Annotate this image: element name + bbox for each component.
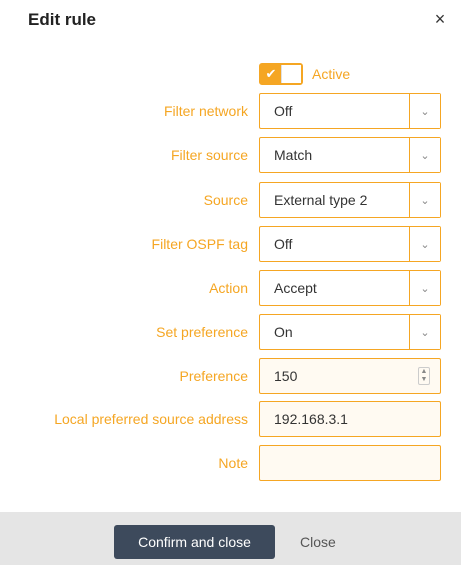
spin-down-icon[interactable]: ▼: [421, 376, 428, 384]
chevron-down-icon[interactable]: ⌄: [409, 138, 440, 172]
spin-up-icon[interactable]: ▲: [421, 368, 428, 376]
action-label: Action: [209, 280, 248, 296]
toggle-knob: [281, 65, 301, 83]
chevron-down-icon[interactable]: ⌄: [409, 315, 440, 349]
chevron-down-icon[interactable]: ⌄: [409, 94, 440, 128]
local-preferred-source-address-row: Local preferred source address 192.168.3…: [0, 401, 461, 437]
note-input[interactable]: [259, 445, 441, 481]
active-toggle-row: ✔ Active: [259, 62, 350, 86]
number-spinner[interactable]: ▲ ▼: [418, 367, 430, 385]
source-row: Source External type 2 ⌄: [0, 182, 461, 218]
action-select[interactable]: Accept ⌄: [259, 270, 441, 306]
dialog-header: Edit rule ×: [0, 0, 461, 40]
note-label: Note: [218, 455, 248, 471]
filter-network-row: Filter network Off ⌄: [0, 93, 461, 129]
active-label: Active: [312, 66, 351, 82]
chevron-down-icon[interactable]: ⌄: [409, 271, 440, 305]
close-icon[interactable]: ×: [432, 10, 448, 28]
note-row: Note: [0, 445, 461, 481]
filter-network-label: Filter network: [163, 103, 248, 119]
close-button[interactable]: Close: [300, 525, 336, 559]
local-preferred-source-address-input[interactable]: 192.168.3.1: [259, 401, 441, 437]
dialog-footer: Confirm and close Close: [0, 512, 461, 565]
set-preference-row: Set preference On ⌄: [0, 314, 461, 350]
filter-source-label: Filter source: [170, 147, 248, 163]
chevron-down-icon[interactable]: ⌄: [409, 183, 440, 217]
filter-network-value: Off: [274, 103, 293, 119]
chevron-down-icon[interactable]: ⌄: [409, 227, 440, 261]
filter-ospf-tag-select[interactable]: Off ⌄: [259, 226, 441, 262]
local-preferred-source-address-value: 192.168.3.1: [274, 411, 348, 427]
set-preference-label: Set preference: [156, 324, 248, 340]
preference-value: 150: [274, 368, 298, 384]
filter-ospf-tag-row: Filter OSPF tag Off ⌄: [0, 226, 461, 262]
set-preference-value: On: [274, 324, 293, 340]
action-value: Accept: [274, 280, 317, 296]
filter-source-row: Filter source Match ⌄: [0, 137, 461, 173]
confirm-and-close-button[interactable]: Confirm and close: [114, 525, 275, 559]
preference-row: Preference 150 ▲ ▼: [0, 358, 461, 394]
action-row: Action Accept ⌄: [0, 270, 461, 306]
active-toggle[interactable]: ✔: [259, 63, 303, 85]
local-preferred-source-address-label: Local preferred source address: [54, 411, 248, 427]
source-label: Source: [203, 192, 248, 208]
filter-ospf-tag-label: Filter OSPF tag: [151, 236, 248, 252]
filter-network-select[interactable]: Off ⌄: [259, 93, 441, 129]
preference-label: Preference: [179, 368, 248, 384]
source-select[interactable]: External type 2 ⌄: [259, 182, 441, 218]
checkmark-icon: ✔: [261, 65, 281, 83]
filter-ospf-tag-value: Off: [274, 236, 293, 252]
dialog-title: Edit rule: [28, 10, 97, 29]
set-preference-select[interactable]: On ⌄: [259, 314, 441, 350]
filter-source-value: Match: [274, 147, 313, 163]
source-value: External type 2: [274, 192, 368, 208]
filter-source-select[interactable]: Match ⌄: [259, 137, 441, 173]
preference-input[interactable]: 150 ▲ ▼: [259, 358, 441, 394]
